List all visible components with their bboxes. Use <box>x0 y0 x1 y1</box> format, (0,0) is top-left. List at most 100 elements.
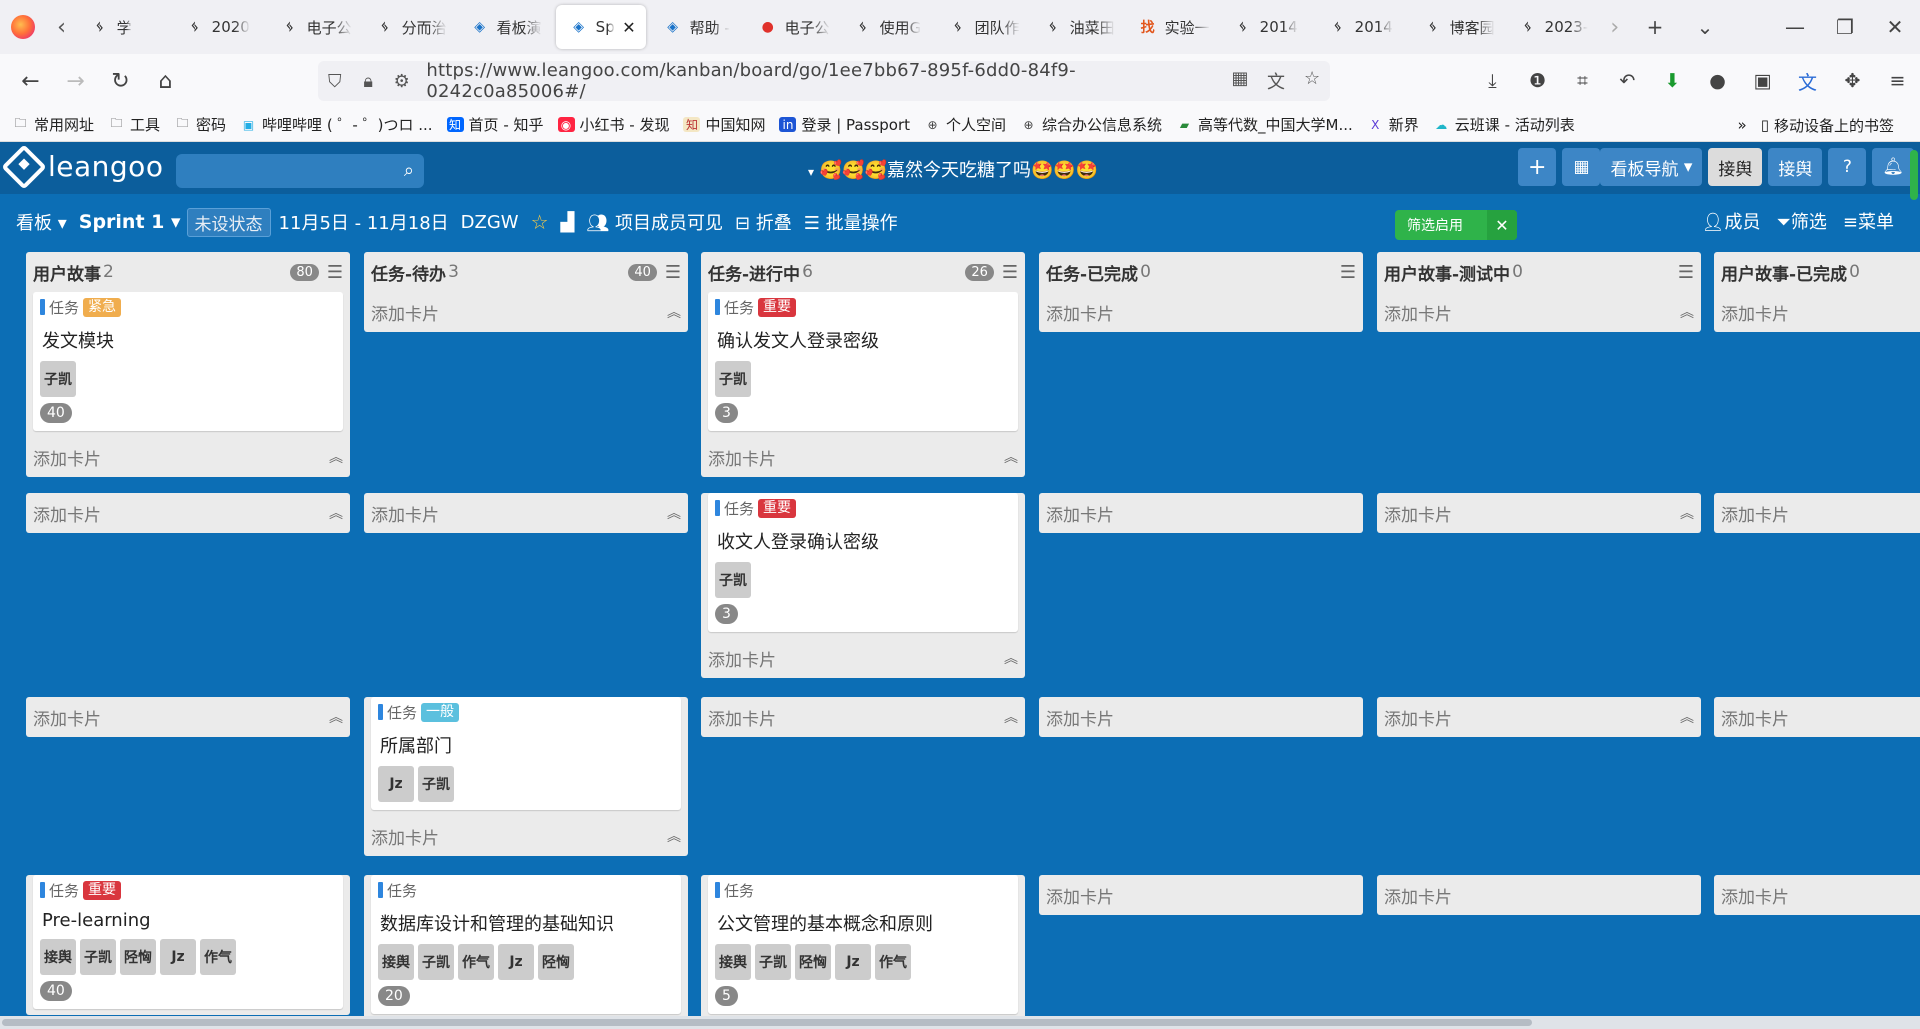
collapse-up-icon[interactable]: ︽ <box>1680 707 1694 727</box>
card-title[interactable]: 数据库设计和管理的基础知识 <box>380 910 674 936</box>
more-bookmarks-icon[interactable]: » <box>1738 116 1747 134</box>
member-avatar[interactable]: 作气 <box>875 944 911 980</box>
bookmark-star-icon[interactable]: ☆ <box>1294 68 1330 94</box>
undo-icon[interactable]: ↶ <box>1605 70 1650 92</box>
collapse-up-icon[interactable]: ︽ <box>667 302 681 322</box>
column-menu-icon[interactable]: ☰ <box>1002 262 1018 283</box>
boards-grid-button[interactable]: ▦ <box>1562 148 1601 186</box>
address-bar[interactable]: ⛉ 🔒︎ ⚙ https://www.leangoo.com/kanban/bo… <box>318 60 1330 102</box>
bookmark-item[interactable]: in 登录 | Passport <box>779 114 910 135</box>
collapse-up-icon[interactable]: ︽ <box>329 707 343 727</box>
member-avatar[interactable]: 子凯 <box>418 944 454 980</box>
column-header[interactable]: 任务-待办 3 40 ☰ <box>364 252 688 292</box>
browser-tab[interactable]: ◈ Sp ✕ <box>555 5 646 49</box>
browser-tab[interactable]: ᛃ 分而治 <box>362 5 457 49</box>
member-avatar[interactable]: 接舆 <box>715 944 751 980</box>
sprint-state-badge[interactable]: 未设状态 <box>186 207 271 237</box>
member-avatar[interactable]: 子凯 <box>418 766 454 802</box>
browser-tab[interactable]: ᛃ 2014 <box>1315 5 1410 49</box>
priority-tag[interactable]: 一般 <box>421 702 460 722</box>
task-card[interactable]: 任务 数据库设计和管理的基础知识 接舆 子凯 作气 Jz 陉恟 20 <box>371 875 681 1014</box>
column-header[interactable]: 任务-已完成 0 ☰ <box>1039 252 1363 292</box>
bookmark-item[interactable]: 知首页 - 知乎 <box>446 114 544 135</box>
card-title[interactable]: 所属部门 <box>380 732 674 758</box>
crop-icon[interactable]: ⌗ <box>1560 70 1605 92</box>
board-title[interactable]: ▾ 🥰🥰🥰嘉然今天吃糖了吗🤩🤩🤩 <box>808 156 1098 182</box>
add-card-button[interactable]: 添加卡片 ︽ <box>26 437 350 477</box>
qr-code-icon[interactable]: ▦ <box>1222 68 1258 94</box>
app-menu-icon[interactable]: ≡ <box>1875 70 1920 92</box>
task-card[interactable]: 任务 紧急 发文模块 子凯 40 <box>33 292 343 431</box>
reload-icon[interactable]: ↻ <box>98 69 143 94</box>
firefox-icon[interactable] <box>0 0 46 54</box>
add-card-button[interactable]: 添加卡片 ︽ <box>1377 493 1701 533</box>
wip-limit-badge[interactable]: 40 <box>628 263 657 281</box>
extensions-icon[interactable]: ✥ <box>1830 70 1875 92</box>
card-title[interactable]: 发文模块 <box>42 327 336 353</box>
add-card-button[interactable]: 添加卡片 <box>1377 875 1701 915</box>
board-menu-dropdown[interactable]: 看板 ▾ <box>16 209 67 235</box>
bookmark-item[interactable]: 🗀︎ 常用网址 <box>12 114 94 135</box>
task-card[interactable]: 任务 重要 确认发文人登录密级 子凯 3 <box>708 292 1018 431</box>
card-title[interactable]: 收文人登录确认密级 <box>717 528 1011 554</box>
restore-icon[interactable]: ❐ <box>1820 15 1870 39</box>
add-card-button[interactable]: 添加卡片 <box>1039 493 1363 533</box>
translate-ext-icon[interactable]: 文 <box>1785 68 1830 95</box>
browser-tab[interactable]: ● 电子公 <box>745 5 840 49</box>
browser-tab[interactable]: ◈ 帮助 - <box>650 5 745 49</box>
add-card-button[interactable]: 添加卡片 <box>1714 292 1920 332</box>
extension-icon[interactable]: ● <box>1695 70 1740 92</box>
tab-scroll-right-icon[interactable]: › <box>1600 0 1630 54</box>
member-avatar[interactable]: 作气 <box>458 944 494 980</box>
member-avatar[interactable]: 接舆 <box>378 944 414 980</box>
visibility-button[interactable]: 👥︎ 项目成员可见 <box>586 209 723 235</box>
vertical-scrollbar[interactable] <box>1908 142 1920 1016</box>
collapse-up-icon[interactable]: ︽ <box>1680 302 1694 322</box>
sprint-dates[interactable]: 11月5日 - 11月18日 <box>279 209 449 235</box>
collapse-up-icon[interactable]: ︽ <box>1004 648 1018 668</box>
member-avatar[interactable]: 子凯 <box>715 361 751 397</box>
filter-button[interactable]: ⏷筛选 <box>1777 208 1827 234</box>
board-nav-button[interactable]: 看板导航 ▾ <box>1600 148 1703 186</box>
member-avatar[interactable]: 子凯 <box>755 944 791 980</box>
browser-tab[interactable]: ᛃ 团队作 <box>935 5 1030 49</box>
browser-tab[interactable]: ᛃ 使用G <box>840 5 935 49</box>
add-card-button[interactable]: 添加卡片 ︽ <box>26 493 350 533</box>
bookmark-item[interactable]: 🗀︎ 工具 <box>108 114 161 135</box>
column-menu-icon[interactable]: ☰ <box>665 262 681 283</box>
menu-button[interactable]: ≡菜单 <box>1843 208 1894 234</box>
member-avatar[interactable]: Jz <box>498 944 534 980</box>
filter-enabled-chip[interactable]: 筛选启用 ✕ <box>1395 210 1517 240</box>
add-card-button[interactable]: 添加卡片 <box>1714 875 1920 915</box>
collapse-up-icon[interactable]: ︽ <box>667 503 681 523</box>
task-card[interactable]: 任务 重要 Pre-learning 接舆 子凯 陉恟 Jz 作气 40 <box>33 875 343 1009</box>
add-card-button[interactable]: 添加卡片 <box>1714 493 1920 533</box>
leangoo-logo[interactable]: leangoo <box>1 143 163 190</box>
container-icon[interactable]: ▣ <box>1740 70 1785 92</box>
browser-tab[interactable]: 找实验一 <box>1125 5 1220 49</box>
browser-tab[interactable]: ◈ 看板演 <box>457 5 552 49</box>
batch-button[interactable]: ☰ 批量操作 <box>804 209 898 235</box>
collapse-up-icon[interactable]: ︽ <box>329 447 343 467</box>
lock-icon[interactable]: 🔒︎ <box>351 71 384 92</box>
member-avatar[interactable]: 作气 <box>200 939 236 975</box>
tab-scroll-left-icon[interactable]: ‹ <box>46 0 76 54</box>
bookmark-item[interactable]: ▣ 哔哩哔哩 ( ゜- ゜)つロ ... <box>240 114 433 135</box>
permissions-icon[interactable]: ⚙ <box>385 71 418 92</box>
browser-tab[interactable]: ᛃ 2023- <box>1505 5 1600 49</box>
members-button[interactable]: 👤︎成员 <box>1702 208 1761 234</box>
download-green-icon[interactable]: ⬇ <box>1650 70 1695 92</box>
add-card-button[interactable]: 添加卡片 ︽ <box>26 697 350 737</box>
bookmark-item[interactable]: 知中国知网 <box>683 114 765 135</box>
add-card-button[interactable]: 添加卡片 <box>1714 697 1920 737</box>
add-card-button[interactable]: 添加卡片 ︽ <box>364 493 688 533</box>
add-card-button[interactable]: 添加卡片 <box>1039 292 1363 332</box>
member-avatar[interactable]: 陉恟 <box>538 944 574 980</box>
collapse-up-icon[interactable]: ︽ <box>667 826 681 846</box>
user-avatar-1[interactable]: 接舆 <box>1708 148 1763 186</box>
member-avatar[interactable]: 子凯 <box>80 939 116 975</box>
column-menu-icon[interactable]: ☰ <box>1340 262 1356 283</box>
task-card[interactable]: 任务 重要 收文人登录确认密级 子凯 3 <box>708 493 1018 632</box>
collapse-up-icon[interactable]: ︽ <box>1004 707 1018 727</box>
help-button[interactable]: ? <box>1828 148 1867 186</box>
